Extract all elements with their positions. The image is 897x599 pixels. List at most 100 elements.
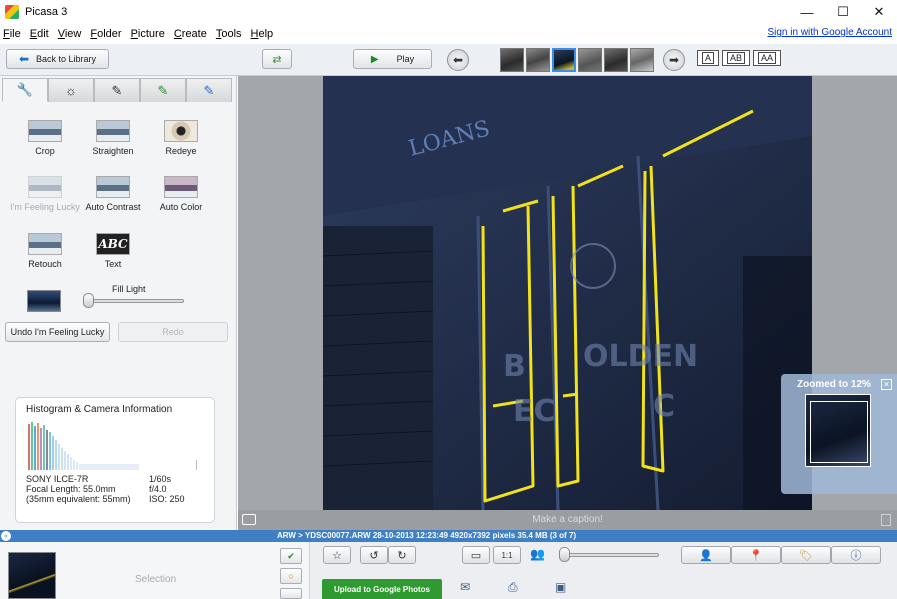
tab-effects-2[interactable]: ✎ [140,78,186,102]
minimize-button[interactable]: — [789,0,825,24]
close-button[interactable]: ✕ [861,0,897,24]
sun-icon: ☼ [65,83,77,98]
fill-light-label: Fill Light [112,284,146,294]
add-to-album-button[interactable] [280,588,302,599]
crop-label: Crop [35,146,55,156]
menu-picture[interactable]: Picture [131,28,165,40]
collapse-icon[interactable]: « [1,531,11,541]
next-photo-button[interactable]: ➡ [663,49,685,71]
toolbar: ⬅ Back to Library ⇄ ▶ Play ⬅ ➡ A AB AA [0,44,897,76]
retouch-tool[interactable]: Retouch [10,233,80,269]
brush-icon: ✎ [111,82,123,98]
dual-view-button[interactable]: AA [753,50,782,66]
iso: ISO: 250 [149,494,185,504]
auto-contrast-icon [96,176,130,198]
info-icon: ⓘ [850,550,862,562]
people-button[interactable]: 👤 [681,546,731,564]
eye-icon [164,120,198,142]
histogram-bars [28,422,197,470]
photo-view: LOANS B OLDEN EC C Zoomed to 12% ✕ Make … [238,76,897,530]
feeling-lucky-label: I'm Feeling Lucky [10,202,80,212]
places-button[interactable]: 📍 [731,546,781,564]
window-controls: — ☐ ✕ [789,0,897,24]
rotate-left-icon: ↺ [369,549,379,562]
filmstrip-thumb-1[interactable] [500,48,524,72]
menu-file[interactable]: File [3,28,21,40]
feeling-lucky-tool[interactable]: I'm Feeling Lucky [10,176,80,212]
menu-create[interactable]: Create [174,28,207,40]
clear-button[interactable]: ○ [280,568,302,584]
undo-button[interactable]: Undo I'm Feeling Lucky [5,322,110,342]
tags-button[interactable]: 🏷 [781,546,831,564]
filmstrip-thumb-3-selected[interactable] [552,48,576,72]
filmstrip [500,48,654,72]
zoom-close-button[interactable]: ✕ [881,379,892,390]
filmstrip-thumb-6[interactable] [630,48,654,72]
zoom-viewport-rect[interactable] [810,401,868,463]
rotate-right-button[interactable]: ↻ [388,546,416,564]
tab-effects[interactable]: ✎ [94,78,140,102]
crop-tool[interactable]: Crop [10,120,80,156]
menu-tools[interactable]: Tools [216,28,242,40]
star-button[interactable]: ☆ [323,546,351,564]
actual-size-button[interactable]: 1:1 [493,546,521,564]
filmstrip-thumb-5[interactable] [604,48,628,72]
redo-button[interactable]: Redo [118,322,228,342]
svg-text:OLDEN: OLDEN [583,339,698,374]
fill-light-slider-handle[interactable] [83,293,94,308]
tag-icon: 🏷 [799,549,813,562]
info-button[interactable]: ⓘ [831,546,881,564]
filmstrip-thumb-4[interactable] [578,48,602,72]
compare-view-button[interactable]: AB [722,50,751,66]
tray-thumbnail[interactable] [8,552,56,599]
zoom-preview[interactable] [805,394,871,467]
edit-panel: 🔧 ☼ ✎ ✎ ✎ Crop Straighten Redeye I'm Fee… [0,76,237,530]
trash-icon[interactable] [881,514,891,526]
svg-text:EC: EC [513,394,556,429]
back-to-library-button[interactable]: ⬅ Back to Library [6,49,109,69]
camera-info-right: 1/60s f/4.0 ISO: 250 [149,474,185,504]
retouch-label: Retouch [28,259,62,269]
zoom-slider-handle[interactable] [559,547,570,562]
straighten-tool[interactable]: Straighten [78,120,148,156]
single-view-button[interactable]: A [697,50,720,66]
menu-view[interactable]: View [58,28,82,40]
print-icon[interactable]: ⎙ [508,580,518,595]
fit-view-button[interactable]: ▭ [462,546,490,564]
rotate-right-icon: ↻ [397,549,407,562]
caption-input[interactable]: Make a caption! [238,514,897,525]
maximize-button[interactable]: ☐ [825,0,861,24]
auto-contrast-tool[interactable]: Auto Contrast [78,176,148,212]
filmstrip-thumb-2[interactable] [526,48,550,72]
fill-light-preview [27,290,61,312]
tab-effects-3[interactable]: ✎ [186,78,232,102]
focal-equivalent: (35mm equivalent: 55mm) [26,494,131,504]
status-bar: « ARW > YDSC00077.ARW 28-10-2013 12:23:4… [0,530,897,542]
focal-length: Focal Length: 55.0mm [26,484,116,494]
menu-edit[interactable]: Edit [30,28,49,40]
sign-in-link[interactable]: Sign in with Google Account [767,27,892,38]
bottom-bar: Selection ✔ ○ ☆ ↺ ↻ ▭ 1:1 👥 👤 📍 🏷 ⓘ Uplo… [0,542,897,599]
zoom-slider-track[interactable] [563,553,659,557]
menu-help[interactable]: Help [251,28,274,40]
tab-basic-fixes[interactable]: 🔧 [2,78,48,102]
text-tool[interactable]: ABC Text [78,233,148,269]
text-icon: ABC [96,233,130,255]
upload-to-google-photos-button[interactable]: Upload to Google Photos [322,579,442,599]
redeye-tool[interactable]: Redeye [146,120,216,156]
share-button[interactable]: ⇄ [262,49,292,69]
rotate-left-button[interactable]: ↺ [360,546,388,564]
fill-light-slider-track[interactable] [86,299,184,303]
menu-folder[interactable]: Folder [90,28,121,40]
histogram-graph [28,422,197,470]
auto-color-tool[interactable]: Auto Color [146,176,216,212]
export-icon[interactable]: ▣ [555,580,566,594]
main-photo[interactable]: LOANS B OLDEN EC C [323,76,812,510]
hold-pin-button[interactable]: ✔ [280,548,302,564]
arrow-right-icon: ➡ [668,53,680,67]
previous-photo-button[interactable]: ⬅ [447,49,469,71]
email-icon[interactable]: ✉ [460,580,470,594]
pin-icon: ✔ [287,550,295,561]
tab-tuning[interactable]: ☼ [48,78,94,102]
play-slideshow-button[interactable]: ▶ Play [353,49,432,69]
